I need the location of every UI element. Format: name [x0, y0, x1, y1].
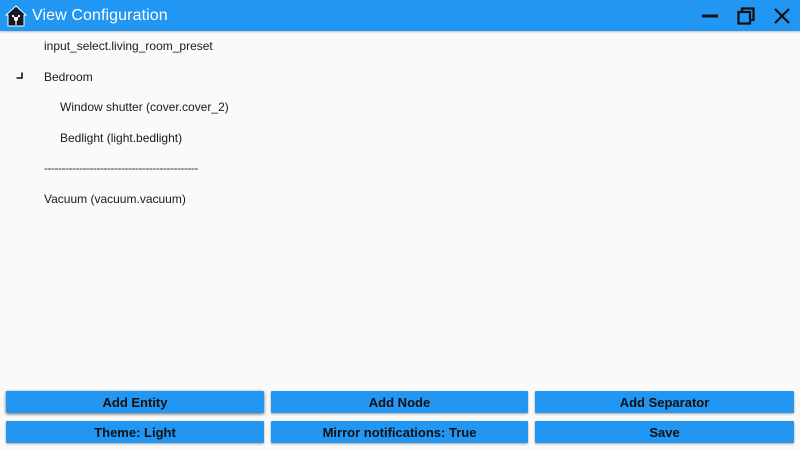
minimize-icon	[702, 14, 718, 17]
tree-node-label: Bedroom	[44, 69, 93, 84]
tree-item-label: input_select.living_room_preset	[44, 39, 213, 54]
theme-toggle-button[interactable]: Theme: Light	[6, 421, 264, 443]
tree-item-window-shutter[interactable]: Window shutter (cover.cover_2)	[0, 92, 800, 123]
restore-icon	[737, 6, 755, 25]
add-separator-button[interactable]: Add Separator	[535, 391, 794, 413]
title-bar: View Configuration	[0, 0, 800, 31]
home-assistant-logo-icon	[5, 4, 27, 27]
window-title: View Configuration	[32, 6, 168, 24]
tree-separator[interactable]: ----------------------------------------…	[0, 153, 800, 184]
add-node-button[interactable]: Add Node	[271, 391, 528, 413]
tree-item-input-select[interactable]: input_select.living_room_preset	[0, 31, 800, 62]
tree-item-label: Bedlight (light.bedlight)	[60, 130, 183, 145]
minimize-button[interactable]	[692, 0, 728, 31]
add-entity-button[interactable]: Add Entity	[6, 391, 264, 413]
entity-tree: input_select.living_room_preset Bedroom …	[0, 31, 800, 214]
view-configuration-window: View Configuration input_select.living_r…	[0, 0, 800, 450]
window-controls	[692, 0, 800, 31]
mirror-notifications-toggle-button[interactable]: Mirror notifications: True	[271, 421, 528, 443]
separator-label: ----------------------------------------…	[44, 161, 198, 176]
tree-item-label: Vacuum (vacuum.vacuum)	[44, 191, 186, 206]
close-icon	[774, 7, 790, 24]
tree-item-bedlight[interactable]: Bedlight (light.bedlight)	[0, 123, 800, 154]
restore-button[interactable]	[728, 0, 764, 31]
tree-item-label: Window shutter (cover.cover_2)	[60, 100, 229, 115]
save-button[interactable]: Save	[535, 421, 794, 443]
tree-node-bedroom[interactable]: Bedroom	[0, 62, 800, 93]
tree-item-vacuum[interactable]: Vacuum (vacuum.vacuum)	[0, 184, 800, 215]
expand-toggle-icon[interactable]	[16, 72, 24, 80]
close-button[interactable]	[764, 0, 800, 31]
